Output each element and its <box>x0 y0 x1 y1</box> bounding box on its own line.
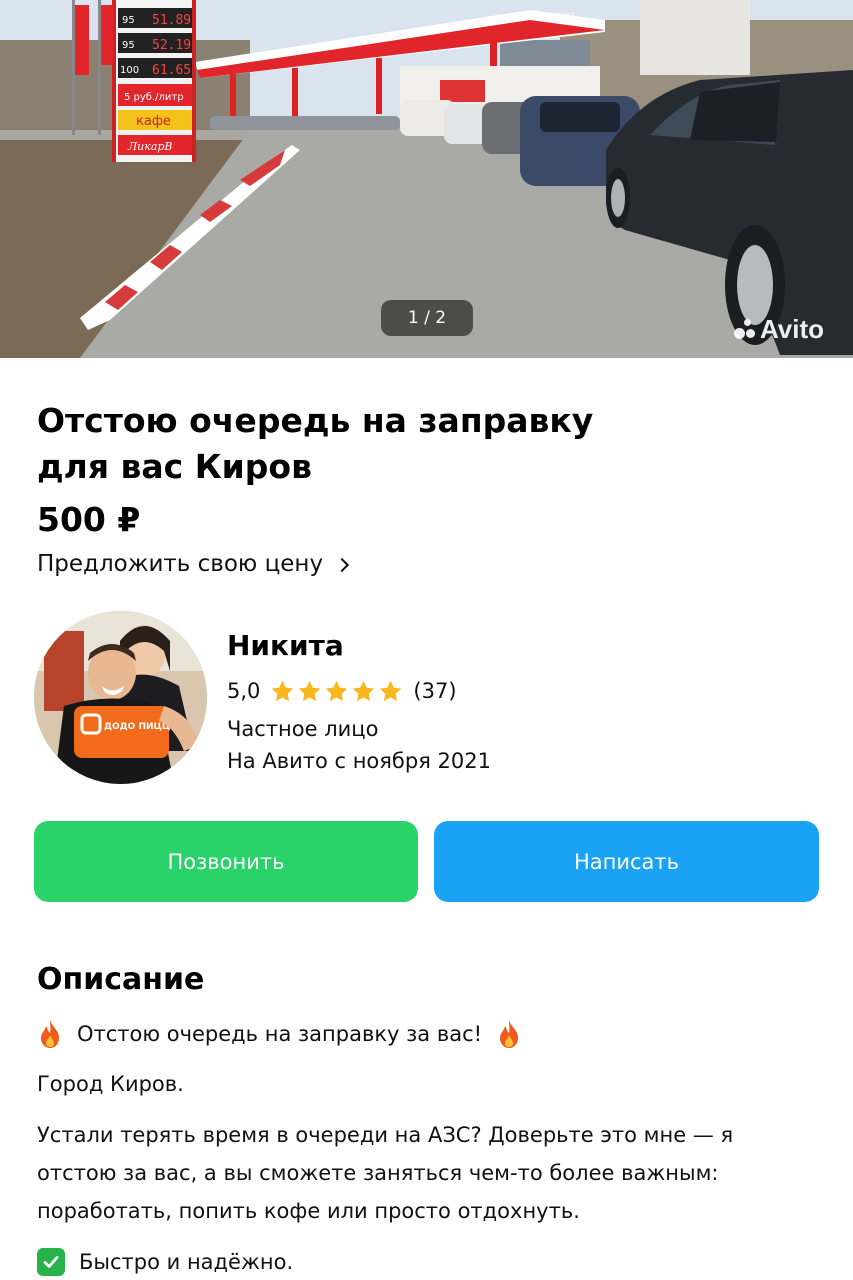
description-city: Город Киров. <box>37 1072 184 1096</box>
write-button-label: Написать <box>573 849 680 874</box>
chevron-right-icon <box>334 557 350 573</box>
sign-price-2: 52.19 <box>152 38 191 53</box>
seller-type: Частное лицо <box>227 717 379 741</box>
star-icon <box>272 680 294 701</box>
listing-title-line-2: для вас Киров <box>37 447 312 486</box>
sign-price-1: 51.89 <box>152 13 191 28</box>
sign-brand: ЛикарВ <box>127 140 173 153</box>
description-heading: Описание <box>37 962 205 997</box>
photo-gallery[interactable]: 95 51.89 95 52.19 100 61.65 5 руб./литр … <box>0 0 853 358</box>
check-mark-icon <box>37 1248 65 1276</box>
listing-title: Отстою очередь на заправку для вас Киров <box>37 398 817 490</box>
description-paragraph-line: Устали терять время в очереди на АЗС? До… <box>37 1123 734 1147</box>
call-button-label: Позвонить <box>167 849 285 874</box>
star-icon <box>326 680 348 701</box>
description-bullet: Быстро и надёжно. <box>37 1244 293 1280</box>
sign-grade-2: 95 <box>122 40 135 51</box>
offer-price-link[interactable]: Предложить свою цену <box>37 546 350 582</box>
seller-avatar[interactable]: ДОДО ПИЦЦА <box>34 611 207 784</box>
rating-value: 5,0 <box>227 679 261 703</box>
star-icon <box>380 680 402 701</box>
sign-cafe: кафе <box>136 114 171 129</box>
fire-icon <box>41 1020 59 1048</box>
sign-grade-3: 100 <box>120 65 139 76</box>
canopy-brand: ЛУКОЙЛ <box>548 12 574 19</box>
description-paragraph: Устали терять время в очереди на АЗС? До… <box>37 1116 827 1230</box>
photo-counter: 1 / 2 <box>381 300 473 336</box>
sign-grade-1: 95 <box>122 15 135 26</box>
avito-dots-icon <box>734 318 756 340</box>
sign-price-3: 61.65 <box>152 63 191 78</box>
seller-rating[interactable]: 5,0 (37) <box>227 675 457 707</box>
seller-since: На Авито с ноября 2021 <box>227 749 491 773</box>
star-icon <box>299 680 321 701</box>
seller-name[interactable]: Никита <box>227 626 344 666</box>
call-button[interactable]: Позвонить <box>34 821 418 902</box>
avito-watermark: Avito <box>734 314 824 344</box>
fire-icon <box>500 1020 519 1048</box>
listing-price: 500 ₽ <box>37 500 141 539</box>
watermark-text: Avito <box>760 313 825 344</box>
description-bullet-text: Быстро и надёжно. <box>79 1250 294 1274</box>
description-headline-text: Отстою очередь на заправку за вас! <box>77 1022 483 1046</box>
rating-stars <box>270 679 403 704</box>
avatar-photo: ДОДО ПИЦЦА <box>34 611 207 784</box>
description-paragraph-line: поработать, попить кофе или просто отдох… <box>37 1199 580 1223</box>
description-paragraph-line: отстою за вас, а вы сможете заняться чем… <box>37 1161 719 1185</box>
star-icon <box>353 680 375 701</box>
write-message-button[interactable]: Написать <box>434 821 819 902</box>
description-headline: Отстою очередь на заправку за вас! <box>37 1016 522 1052</box>
listing-title-line-1: Отстою очередь на заправку <box>37 401 594 440</box>
reviews-count: (37) <box>413 679 457 703</box>
sign-promo: 5 руб./литр <box>124 92 184 103</box>
offer-price-label: Предложить свою цену <box>37 551 324 577</box>
